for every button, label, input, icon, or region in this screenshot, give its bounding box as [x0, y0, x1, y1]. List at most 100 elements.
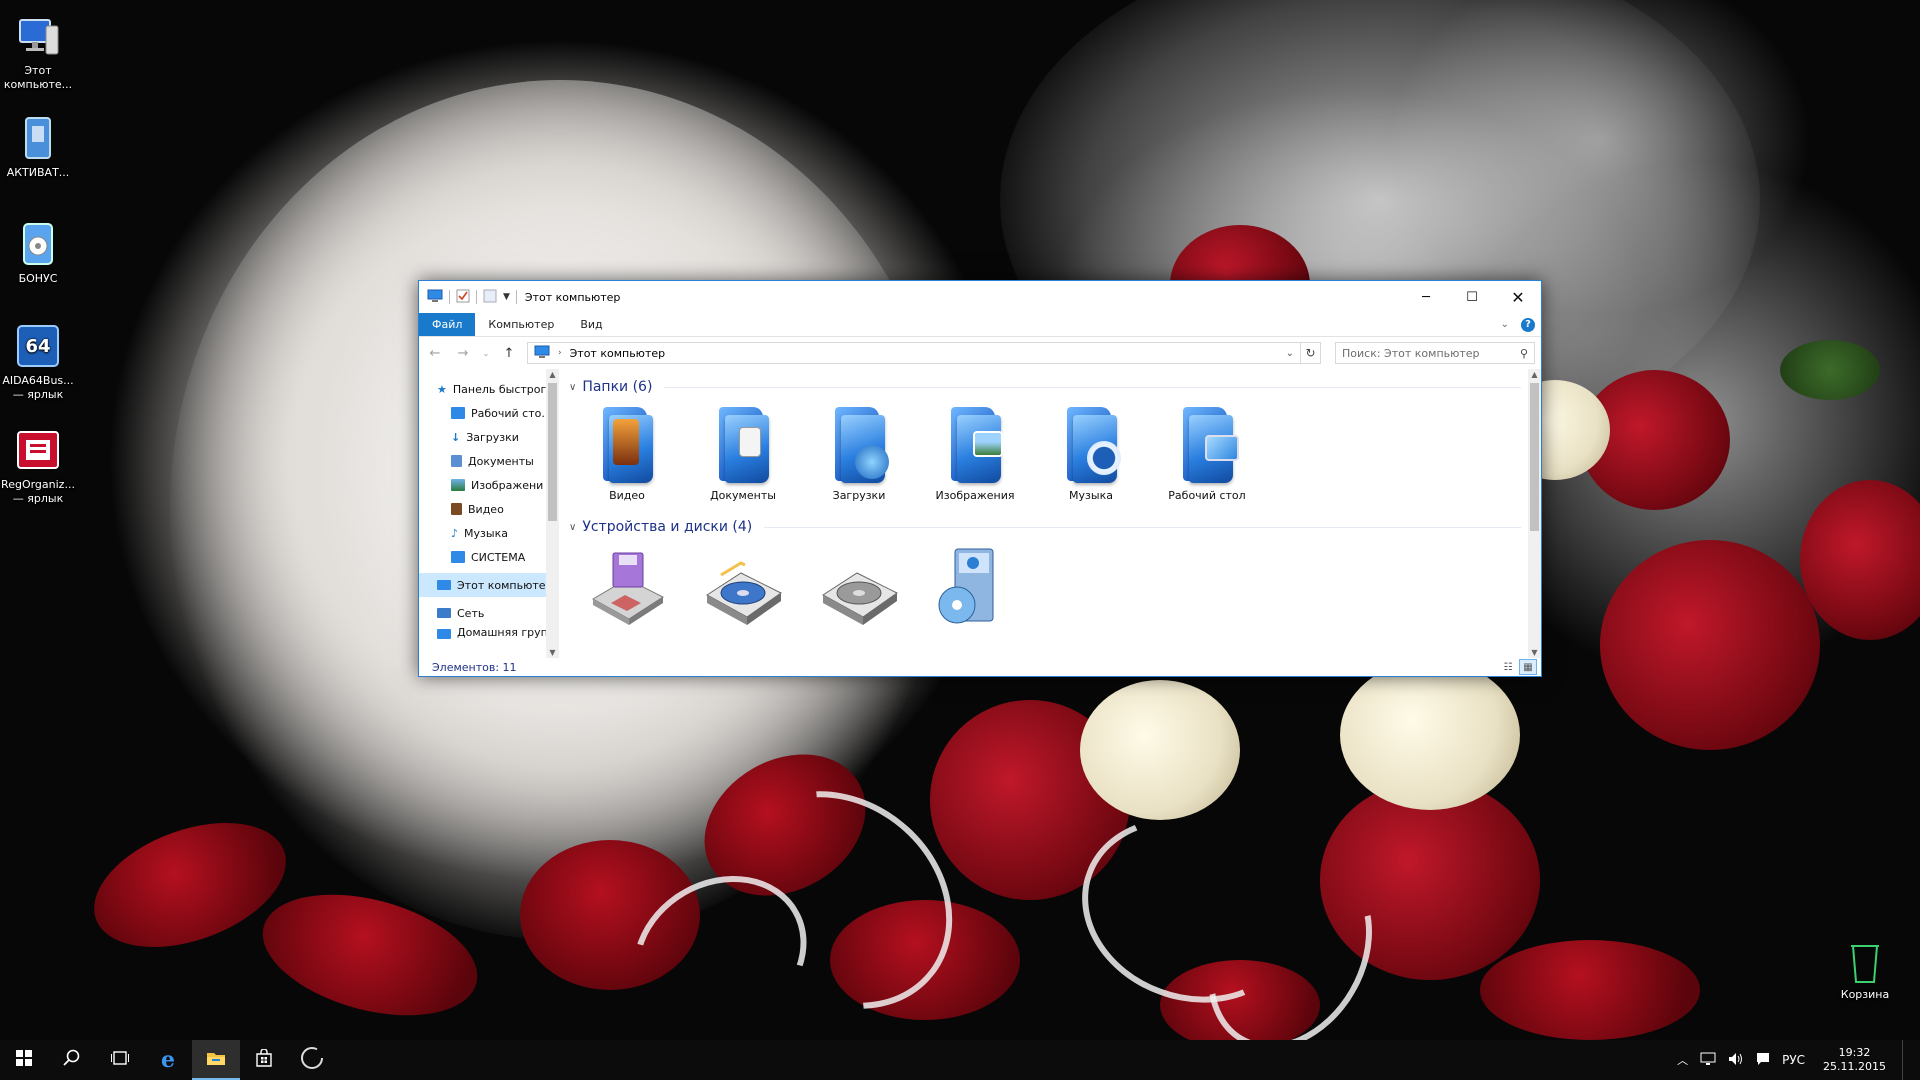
forward-button[interactable]: →	[453, 346, 473, 361]
title-bar[interactable]: ▼ Этот компьютер ─ ☐ ✕	[419, 281, 1541, 313]
taskbar-edge[interactable]: e	[144, 1040, 192, 1080]
nav-item-desktop[interactable]: Рабочий сто. 📌	[419, 401, 559, 425]
nav-item-pictures[interactable]: Изображени 📌	[419, 473, 559, 497]
aida64-icon: 64	[14, 322, 62, 370]
input-language[interactable]: РУС	[1782, 1053, 1805, 1067]
taskbar-store[interactable]	[240, 1040, 288, 1080]
customize-toolbar-icon[interactable]: ▼	[503, 292, 510, 302]
folder-item-videos[interactable]: Видео	[579, 405, 675, 502]
desktop-icon-activator[interactable]: АКТИВАТ...	[0, 106, 76, 180]
nav-item-downloads[interactable]: ↓ Загрузки 📌	[419, 425, 559, 449]
minimize-button[interactable]: ─	[1403, 281, 1449, 313]
task-view-icon	[111, 1050, 129, 1071]
scroll-up-icon[interactable]: ▲	[546, 370, 559, 379]
hard-disk-icon	[817, 545, 901, 625]
desktop-icon-bonus[interactable]: БОНУС	[0, 212, 76, 286]
maximize-icon: ☐	[1466, 289, 1478, 305]
show-desktop-button[interactable]	[1902, 1040, 1906, 1080]
chevron-down-icon: ∨	[569, 381, 577, 393]
nav-item-label: Загрузки	[466, 430, 519, 444]
desktop-icon-aida64[interactable]: 64 AIDA64Bus... — ярлык	[0, 314, 76, 402]
content-scrollbar[interactable]: ▲ ▼	[1528, 369, 1541, 658]
folder-item-downloads[interactable]: Загрузки	[811, 405, 907, 502]
nav-item-label: СИСТЕМА	[471, 550, 526, 564]
toolbar-separator	[476, 290, 477, 304]
close-button[interactable]: ✕	[1495, 281, 1541, 313]
scroll-up-icon[interactable]: ▲	[1528, 370, 1541, 379]
desktop-icon-recycle-bin[interactable]: Корзина	[1823, 930, 1907, 1002]
large-icons-view-button[interactable]: ▦	[1519, 659, 1537, 675]
details-view-button[interactable]: ☷	[1499, 659, 1517, 675]
store-bag-icon	[255, 1047, 273, 1072]
chevron-down-icon[interactable]: ⌄	[1286, 348, 1294, 359]
search-button[interactable]	[48, 1040, 96, 1080]
desktop-folder-icon	[1175, 405, 1239, 485]
nav-item-homegroup[interactable]: Домашняя груп	[419, 627, 559, 639]
taskbar-app-loading[interactable]	[288, 1040, 336, 1080]
show-hidden-icons-icon[interactable]: ︿	[1677, 1052, 1688, 1068]
up-button[interactable]: ↑	[499, 346, 519, 361]
explorer-window[interactable]: ▼ Этот компьютер ─ ☐ ✕ Файл Компьютер Ви…	[418, 280, 1542, 677]
chevron-right-icon[interactable]: ›	[558, 348, 562, 358]
tab-file[interactable]: Файл	[419, 313, 476, 336]
nav-item-videos[interactable]: Видео	[419, 497, 559, 521]
clock-time: 19:32	[1838, 1046, 1871, 1059]
refresh-button[interactable]: ↻	[1301, 342, 1321, 364]
nav-item-music[interactable]: ♪ Музыка	[419, 521, 559, 545]
help-icon[interactable]: ?	[1521, 317, 1535, 332]
pictures-icon	[451, 479, 465, 491]
folder-item-documents[interactable]: Документы	[695, 405, 791, 502]
drive-item-floppy[interactable]	[579, 545, 675, 629]
downloads-folder-icon	[827, 405, 891, 485]
drive-item-dvd[interactable]	[927, 545, 1023, 629]
download-arrow-icon: ↓	[451, 430, 461, 444]
new-folder-icon[interactable]	[483, 289, 497, 306]
drive-item-local-disk-d[interactable]	[811, 545, 907, 629]
search-placeholder: Поиск: Этот компьютер	[1342, 346, 1480, 360]
nav-pane-scrollbar[interactable]: ▲ ▼	[546, 369, 559, 658]
properties-icon[interactable]	[456, 289, 470, 306]
task-view-button[interactable]	[96, 1040, 144, 1080]
tab-view[interactable]: Вид	[567, 313, 615, 336]
scroll-down-icon[interactable]: ▼	[546, 648, 559, 657]
item-label: Видео	[609, 489, 645, 502]
maximize-button[interactable]: ☐	[1449, 281, 1495, 313]
recent-locations-icon[interactable]: ⌄	[481, 349, 491, 358]
drive-item-local-disk-c[interactable]	[695, 545, 791, 629]
volume-icon[interactable]	[1728, 1052, 1744, 1069]
nav-item-label: Домашняя груп	[457, 627, 548, 639]
item-label: Изображения	[935, 489, 1015, 502]
nav-item-network[interactable]: Сеть	[419, 601, 559, 625]
nav-item-documents[interactable]: Документы 📌	[419, 449, 559, 473]
nav-item-quick-access[interactable]: ★ Панель быстрого	[419, 377, 559, 401]
clock[interactable]: 19:32 25.11.2015	[1823, 1046, 1886, 1074]
folder-item-desktop[interactable]: Рабочий стол	[1159, 405, 1255, 502]
nav-item-label: Изображени	[471, 478, 544, 492]
action-center-icon[interactable]	[1756, 1052, 1770, 1069]
folder-item-music[interactable]: Музыка	[1043, 405, 1139, 502]
item-label: Рабочий стол	[1168, 489, 1246, 502]
back-button[interactable]: ←	[425, 346, 445, 361]
desktop-icon-regorganizer[interactable]: RegOrganiz... — ярлык	[0, 418, 76, 506]
expand-ribbon-icon[interactable]: ⌄	[1501, 319, 1509, 330]
nav-item-system[interactable]: СИСТЕМА	[419, 545, 559, 569]
search-input[interactable]: Поиск: Этот компьютер ⚲	[1335, 342, 1535, 364]
group-header-folders[interactable]: ∨ Папки (6)	[569, 377, 1521, 397]
scroll-down-icon[interactable]: ▼	[1528, 648, 1541, 657]
address-bar[interactable]: › Этот компьютер ⌄	[527, 342, 1301, 364]
scrollbar-thumb[interactable]	[1530, 383, 1539, 531]
scrollbar-thumb[interactable]	[548, 383, 557, 521]
taskbar-file-explorer[interactable]	[192, 1040, 240, 1080]
group-header-devices[interactable]: ∨ Устройства и диски (4)	[569, 517, 1521, 537]
nav-item-label: Музыка	[464, 526, 508, 540]
close-icon: ✕	[1511, 287, 1525, 307]
desktop-icon-this-pc[interactable]: Этот компьюте...	[0, 4, 76, 92]
nav-item-this-pc[interactable]: Этот компьютер	[419, 573, 559, 597]
network-icon[interactable]	[1700, 1052, 1716, 1069]
folder-item-pictures[interactable]: Изображения	[927, 405, 1023, 502]
item-label: Документы	[710, 489, 776, 502]
windows-logo-icon	[16, 1049, 32, 1071]
start-button[interactable]	[0, 1040, 48, 1080]
tab-computer[interactable]: Компьютер	[475, 313, 567, 336]
floppy-drive-icon	[585, 545, 669, 625]
